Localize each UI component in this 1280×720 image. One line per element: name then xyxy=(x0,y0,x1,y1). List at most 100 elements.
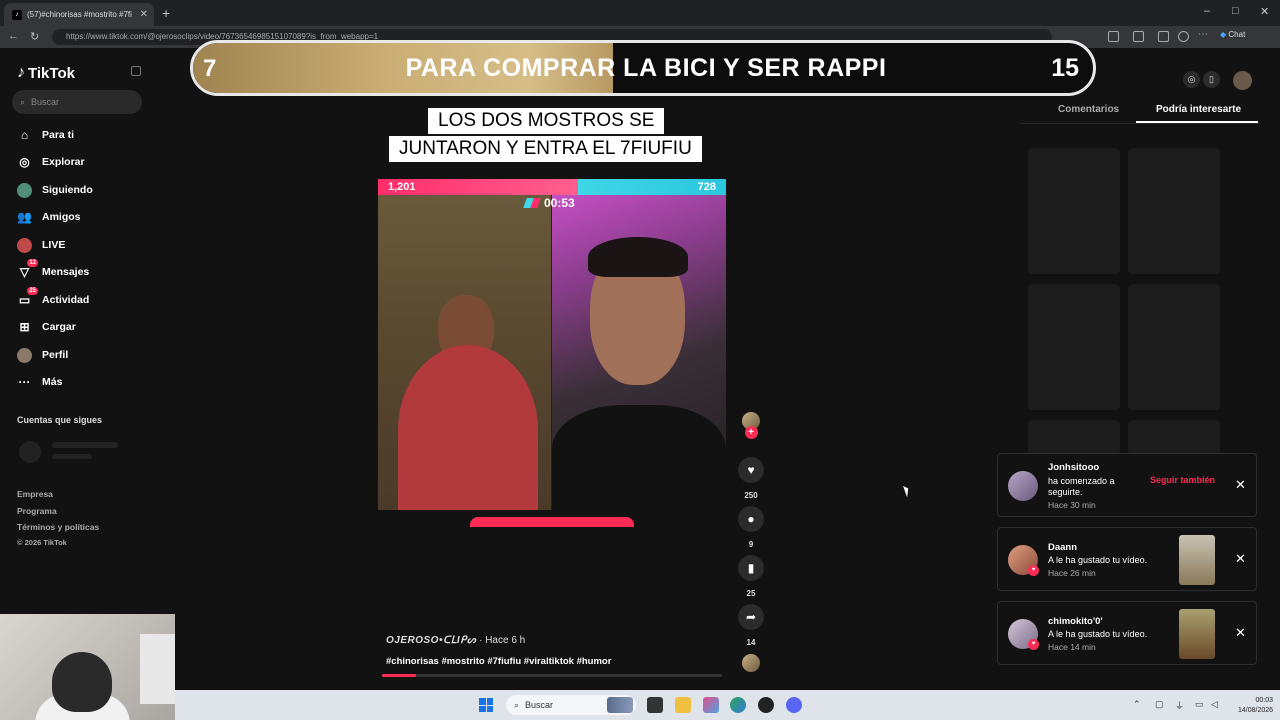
close-window-button[interactable]: ✕ xyxy=(1260,5,1269,18)
share-icon: ➦ xyxy=(738,604,764,630)
sidebar-item-label: Para ti xyxy=(42,129,75,141)
file-explorer-icon[interactable] xyxy=(675,697,691,713)
battle-right-score: 728 xyxy=(578,179,726,195)
notification-video-thumbnail[interactable] xyxy=(1179,535,1215,585)
network-icon[interactable]: ▭ xyxy=(1195,699,1204,710)
suggested-video-thumbnail[interactable] xyxy=(1028,284,1120,410)
share-button[interactable]: ➦ 14 xyxy=(738,604,764,647)
music-avatar-button[interactable] xyxy=(738,654,764,672)
mouse-cursor xyxy=(903,484,911,498)
author-avatar-button[interactable]: + xyxy=(738,412,764,439)
windows-start-icon[interactable] xyxy=(479,698,493,712)
favorites-icon[interactable] xyxy=(1133,31,1144,42)
sidebar-item-mas[interactable]: ··· Más xyxy=(17,372,63,392)
like-button[interactable]: ♥ 250 xyxy=(738,457,764,500)
suggested-video-thumbnail[interactable] xyxy=(1128,284,1220,410)
close-icon[interactable]: ✕ xyxy=(1235,551,1246,567)
minimize-button[interactable]: – xyxy=(1204,5,1210,17)
microphone-icon[interactable]: ⏚ xyxy=(1175,699,1184,712)
task-view-icon[interactable] xyxy=(647,697,663,713)
suggested-video-thumbnail[interactable] xyxy=(1128,420,1220,454)
sidebar-item-cargar[interactable]: ⊞ Cargar xyxy=(17,317,75,337)
footer-programa[interactable]: Programa xyxy=(17,506,57,516)
notification-video-thumbnail[interactable] xyxy=(1179,609,1215,659)
chat-button[interactable]: ◆ Chat xyxy=(1220,30,1245,39)
back-icon[interactable]: ← xyxy=(8,30,19,42)
webcam-person-head xyxy=(52,652,112,712)
notification-message: A le ha gustado tu vídeo. xyxy=(1048,555,1148,565)
comment-button[interactable]: ● 9 xyxy=(738,506,764,549)
tab-podria-interesarte[interactable]: Podría interesarte xyxy=(1156,104,1241,115)
music-avatar xyxy=(742,654,760,672)
extensions-icon[interactable] xyxy=(1108,31,1119,42)
suggested-video-thumbnail[interactable] xyxy=(1128,148,1220,274)
discord-icon[interactable] xyxy=(786,697,802,713)
activity-icon: ▭ 25 xyxy=(18,286,38,307)
footer-empresa[interactable]: Empresa xyxy=(17,489,53,499)
sidebar-item-amigos[interactable]: 👥 Amigos xyxy=(17,207,81,227)
follow-plus-icon[interactable]: + xyxy=(744,426,758,439)
copilot-app-icon[interactable] xyxy=(703,697,719,713)
webcam-overlay xyxy=(0,614,175,720)
sidebar-item-explorar[interactable]: ◎ Explorar xyxy=(17,152,84,172)
edge-icon[interactable] xyxy=(730,697,746,713)
sidebar-item-siguiendo[interactable]: Siguiendo xyxy=(17,180,93,200)
sidebar-item-label: Amigos xyxy=(42,211,81,223)
user-avatar[interactable] xyxy=(1233,71,1252,90)
battle-score-bar: 1,201 728 xyxy=(378,179,726,195)
compass-icon[interactable]: ◎ xyxy=(1183,71,1200,88)
chat-label: Chat xyxy=(1228,30,1246,39)
notification-card[interactable]: Jonhsitooo ha comenzado a seguirte. Hace… xyxy=(997,453,1257,517)
clock-time: 00:03 xyxy=(1255,697,1274,704)
video-author[interactable]: OJEROSO•ᑕᒪIᑭᔕ xyxy=(386,635,476,646)
taskbar-clock[interactable]: 00:03 14/08/2026 xyxy=(1238,696,1273,716)
sidebar-item-mensajes[interactable]: ▽ 12 Mensajes xyxy=(17,258,89,282)
search-input[interactable]: ⌕ Buscar xyxy=(12,90,142,114)
sidebar-item-live[interactable]: LIVE xyxy=(17,235,65,255)
collections-icon[interactable] xyxy=(1158,31,1169,42)
sidebar-item-para-ti[interactable]: ⌂ Para ti xyxy=(17,125,74,145)
volume-icon[interactable]: ◁ xyxy=(1211,699,1218,710)
notification-message: A le ha gustado tu vídeo. xyxy=(1048,629,1148,639)
reload-icon[interactable]: ↻ xyxy=(30,30,39,43)
new-tab-button[interactable]: + xyxy=(162,5,170,21)
battle-timer: 00:53 xyxy=(523,196,575,210)
sidebar-item-perfil[interactable]: Perfil xyxy=(17,345,68,365)
upload-icon: ⊞ xyxy=(19,320,30,334)
notification-card[interactable]: ♥ Daann A le ha gustado tu vídeo. Hace 2… xyxy=(997,527,1257,591)
widgets-icon[interactable] xyxy=(607,697,633,713)
video-hashtags[interactable]: #chinorisas #mostrito #7fiufiu #viraltik… xyxy=(386,656,611,667)
footer-terminos[interactable]: Términos y políticas xyxy=(17,522,99,532)
suggested-video-thumbnail[interactable] xyxy=(1028,148,1120,274)
video-player[interactable] xyxy=(378,195,726,510)
video-pill xyxy=(470,517,634,527)
save-button[interactable]: ▮ 25 xyxy=(738,555,764,598)
messages-icon: ▽ 12 xyxy=(19,258,38,279)
collapse-sidebar-icon[interactable] xyxy=(131,66,141,76)
tiktok-logo[interactable]: ♪ TikTok xyxy=(17,64,75,82)
close-icon[interactable]: ✕ xyxy=(1235,625,1246,641)
suggested-video-thumbnail[interactable] xyxy=(1028,420,1120,454)
tab-close-icon[interactable]: ✕ xyxy=(140,9,148,20)
video-person-right-hair xyxy=(588,237,688,277)
comment-count: 9 xyxy=(748,540,754,549)
notification-card[interactable]: ♥ chimokito'0' A le ha gustado tu vídeo.… xyxy=(997,601,1257,665)
video-progress-bar[interactable] xyxy=(382,674,722,677)
device-icon[interactable]: ▯ xyxy=(1203,71,1220,88)
tray-icon[interactable]: ▢ xyxy=(1155,699,1164,710)
timer-text: 00:53 xyxy=(544,196,575,210)
maximize-button[interactable]: □ xyxy=(1232,5,1239,17)
browser-tab[interactable]: ♪ (57)#chinorisas #mostrito #7fi ✕ xyxy=(4,3,154,26)
video-person-left-shirt xyxy=(398,345,538,510)
menu-dots-icon[interactable]: ⋯ xyxy=(1198,29,1209,40)
video-right-panel xyxy=(552,195,726,510)
tab-comentarios[interactable]: Comentarios xyxy=(1058,104,1119,115)
banner-text: PARA COMPRAR LA BICI Y SER RAPPI xyxy=(405,54,887,82)
tray-chevron-icon[interactable]: ⌃ xyxy=(1133,699,1141,710)
app-icon[interactable] xyxy=(758,697,774,713)
active-tab-indicator xyxy=(1136,121,1258,123)
close-icon[interactable]: ✕ xyxy=(1235,477,1246,493)
profile-avatar-icon[interactable] xyxy=(1178,31,1189,42)
sidebar-item-actividad[interactable]: ▭ 25 Actividad xyxy=(17,286,89,310)
follow-back-button[interactable]: Seguir también xyxy=(1150,475,1215,485)
